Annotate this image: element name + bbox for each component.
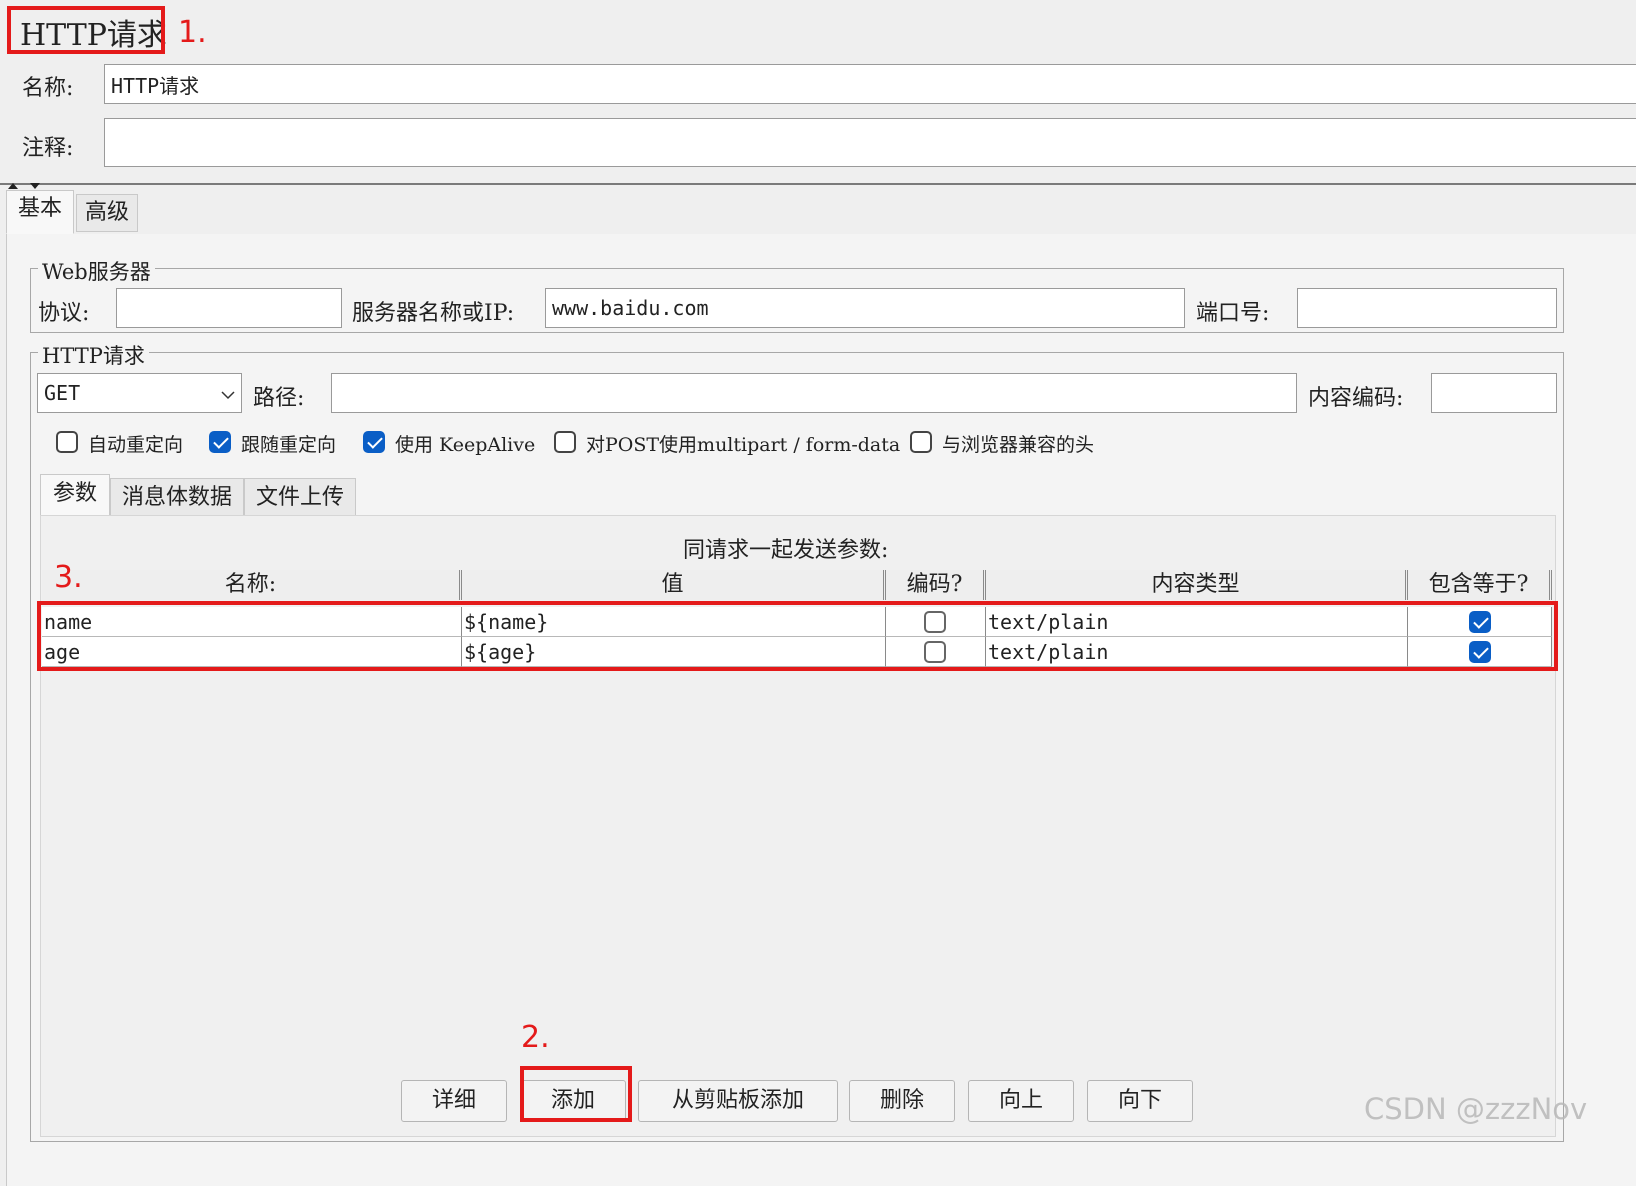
annotation-box-add-button	[520, 1066, 632, 1122]
method-select-value: GET	[44, 381, 81, 405]
chevron-down-icon	[221, 381, 235, 405]
tab-parameters-label: 参数	[52, 481, 97, 506]
multipart-label: 对POST使用multipart / form-data	[586, 434, 901, 456]
tab-body-data[interactable]: 消息体数据	[110, 478, 244, 516]
delete-button-label: 删除	[879, 1088, 924, 1113]
column-header-name[interactable]: 名称:	[42, 570, 462, 600]
column-header-value[interactable]: 值	[462, 570, 886, 600]
move-up-button[interactable]: 向上	[968, 1080, 1074, 1122]
detail-button[interactable]: 详细	[401, 1080, 507, 1122]
column-header-name-label: 名称:	[224, 572, 277, 597]
column-header-include-equals[interactable]: 包含等于?	[1408, 570, 1552, 600]
tab-parameters[interactable]: 参数	[40, 474, 110, 516]
parameters-caption: 同请求一起发送参数:	[683, 538, 889, 563]
annotation-number-2: 2.	[521, 1020, 550, 1055]
annotation-number-1: 1.	[178, 15, 207, 50]
content-encoding-label: 内容编码:	[1308, 386, 1404, 411]
browser-headers-checkbox[interactable]	[910, 431, 932, 453]
column-header-include-equals-label: 包含等于?	[1428, 572, 1529, 597]
multipart-checkbox[interactable]	[554, 431, 576, 453]
detail-button-label: 详细	[431, 1088, 476, 1113]
delete-button[interactable]: 删除	[849, 1080, 955, 1122]
annotation-box-rows	[37, 601, 1558, 671]
tab-basic[interactable]: 基本	[6, 190, 74, 234]
add-from-clipboard-button[interactable]: 从剪贴板添加	[638, 1080, 838, 1122]
follow-redirect-label: 跟随重定向	[241, 434, 337, 456]
port-field[interactable]	[1297, 288, 1557, 328]
tab-advanced[interactable]: 高级	[76, 194, 138, 232]
protocol-field[interactable]	[116, 288, 342, 328]
protocol-label: 协议:	[38, 301, 90, 326]
annotation-box-title	[7, 6, 165, 54]
tab-body-data-label: 消息体数据	[121, 485, 232, 510]
splitter-divider[interactable]	[0, 183, 1636, 185]
server-field[interactable]: www.baidu.com	[545, 288, 1185, 328]
server-label: 服务器名称或IP:	[352, 301, 515, 326]
tab-advanced-label: 高级	[84, 200, 129, 225]
keepalive-label: 使用 KeepAlive	[395, 434, 536, 456]
content-encoding-field[interactable]	[1431, 373, 1557, 413]
comment-label: 注释:	[22, 136, 74, 161]
name-field[interactable]: HTTP请求	[104, 64, 1636, 104]
column-header-encode[interactable]: 编码?	[886, 570, 986, 600]
column-header-encode-label: 编码?	[906, 572, 963, 597]
path-label: 路径:	[253, 386, 305, 411]
auto-redirect-checkbox[interactable]	[56, 431, 78, 453]
column-header-content-type[interactable]: 内容类型	[986, 570, 1408, 600]
comment-field[interactable]	[104, 118, 1636, 167]
path-field[interactable]	[331, 373, 1297, 413]
tab-file-upload[interactable]: 文件上传	[244, 478, 356, 516]
annotation-number-3: 3.	[54, 560, 83, 595]
auto-redirect-label: 自动重定向	[88, 434, 184, 456]
column-header-value-label: 值	[661, 572, 684, 597]
tab-basic-label: 基本	[17, 196, 62, 221]
server-field-value: www.baidu.com	[552, 296, 709, 320]
browser-headers-label: 与浏览器兼容的头	[942, 434, 1095, 456]
move-down-button-label: 向下	[1117, 1088, 1162, 1113]
http-request-legend: HTTP请求	[38, 340, 149, 370]
watermark: CSDN @zzzNov	[1364, 1092, 1588, 1126]
method-select[interactable]: GET	[37, 373, 242, 413]
name-field-value: HTTP请求	[111, 73, 200, 98]
tab-file-upload-label: 文件上传	[255, 485, 344, 510]
keepalive-checkbox[interactable]	[363, 431, 385, 453]
move-up-button-label: 向上	[998, 1088, 1043, 1113]
move-down-button[interactable]: 向下	[1087, 1080, 1193, 1122]
web-server-legend: Web服务器	[38, 256, 155, 286]
column-header-content-type-label: 内容类型	[1151, 572, 1240, 597]
port-label: 端口号:	[1196, 301, 1270, 326]
splitter-arrows-icon[interactable]	[6, 176, 42, 189]
name-label: 名称:	[22, 76, 74, 101]
follow-redirect-checkbox[interactable]	[209, 431, 231, 453]
add-from-clipboard-button-label: 从剪贴板添加	[671, 1088, 804, 1113]
